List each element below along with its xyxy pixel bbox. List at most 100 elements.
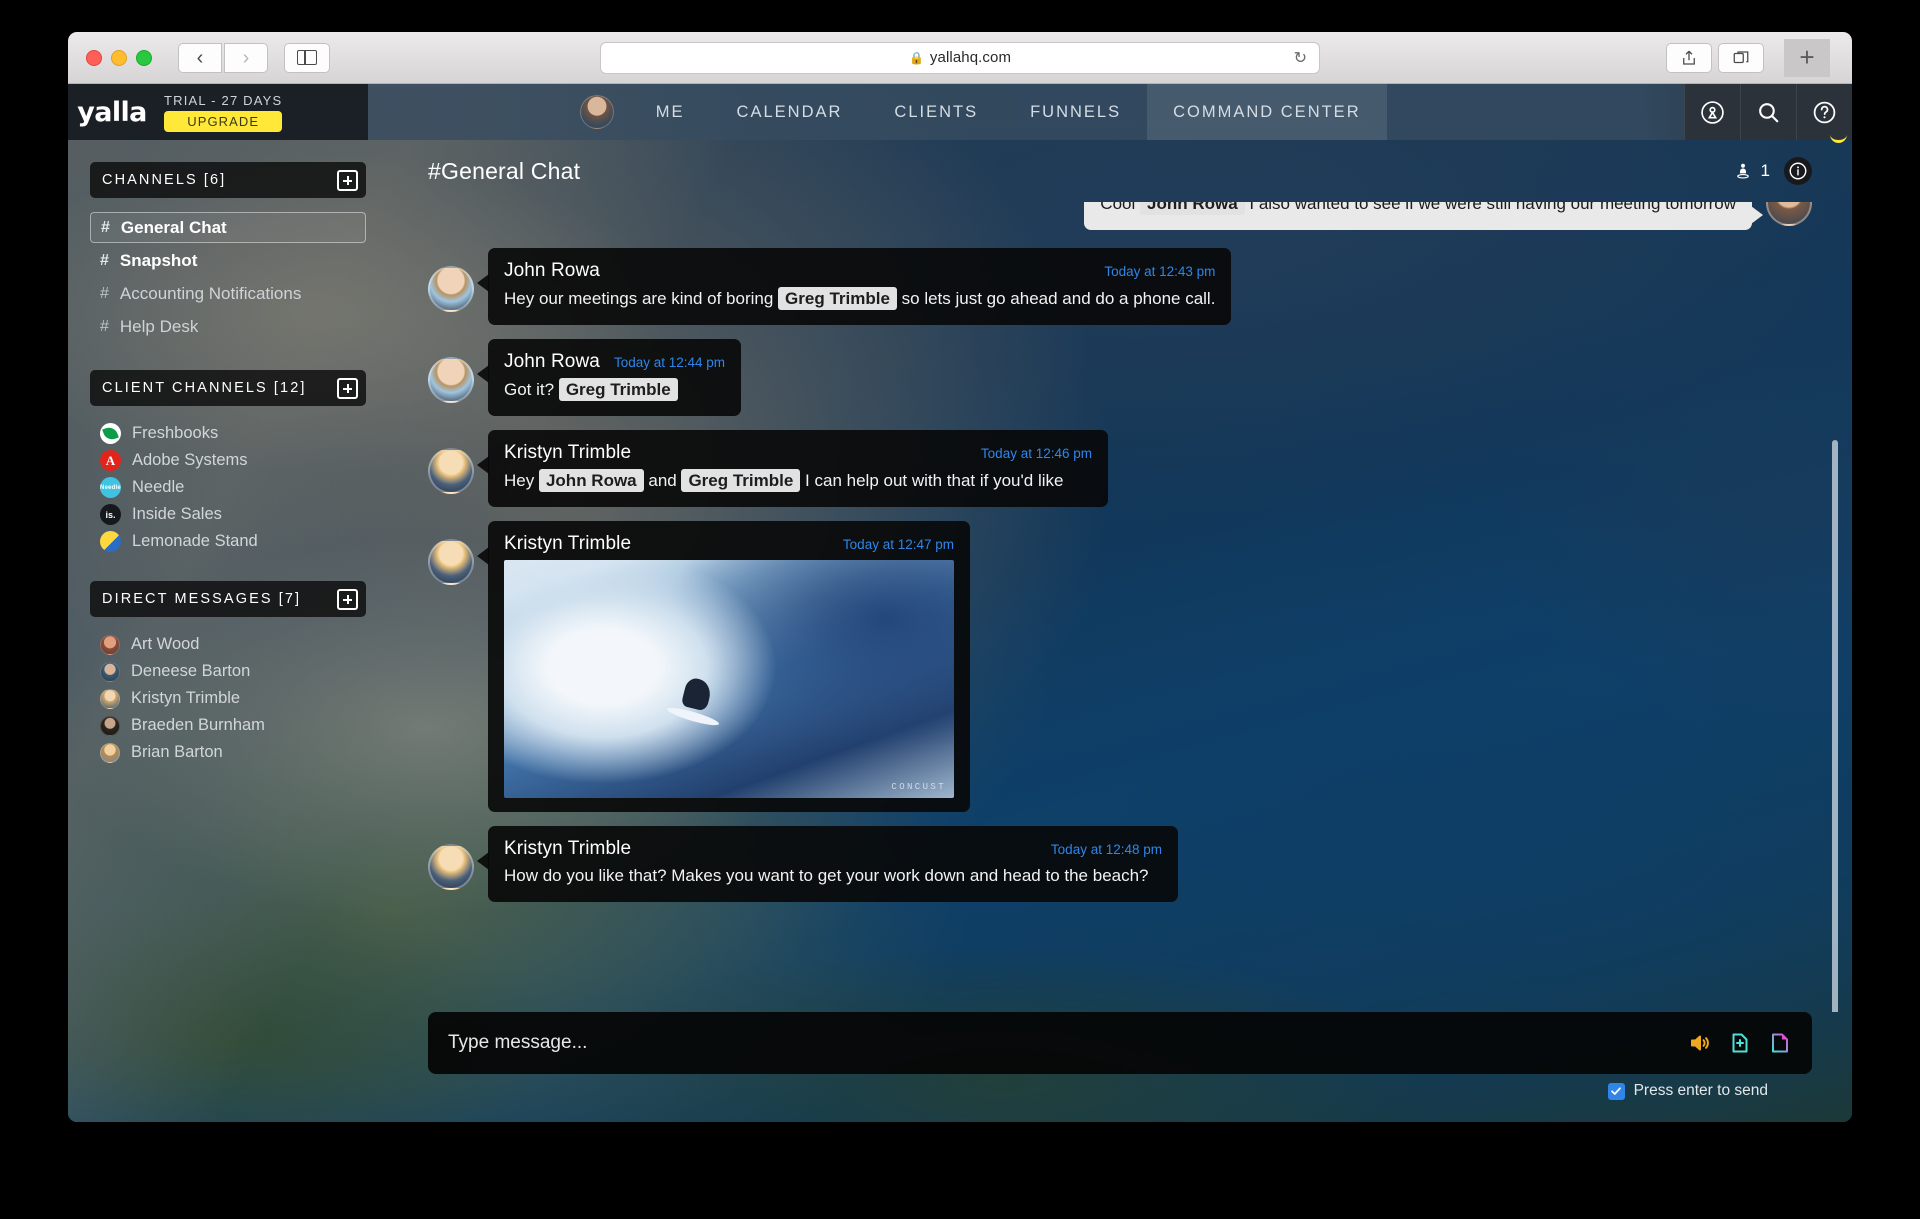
dm-label: Braeden Burnham: [131, 716, 265, 735]
message-text-middle: and: [644, 471, 682, 490]
sidebar-item-art-wood[interactable]: Art Wood: [90, 631, 366, 658]
back-button[interactable]: ‹: [178, 43, 222, 73]
add-direct-message-icon[interactable]: [337, 589, 358, 610]
address-bar[interactable]: 🔒 yallahq.com ↻: [600, 42, 1320, 74]
nav-item-calendar[interactable]: CALENDAR: [711, 84, 869, 140]
message-text: Cool John Rowa I also wanted to see if w…: [1100, 202, 1736, 216]
message-timestamp: Today at 12:44 pm: [614, 355, 725, 370]
browser-window: ‹ › 🔒 yallahq.com ↻ +: [68, 32, 1852, 1122]
add-file-icon[interactable]: [1728, 1031, 1752, 1055]
sidebar-item-kristyn-trimble[interactable]: Kristyn Trimble: [90, 685, 366, 712]
broadcast-icon[interactable]: [1684, 84, 1740, 140]
channel-label: Snapshot: [120, 251, 197, 271]
nav-buttons: ‹ ›: [178, 43, 268, 73]
sidebar-item-snapshot[interactable]: # Snapshot: [90, 245, 366, 276]
message-author: John Rowa: [504, 260, 600, 282]
help-icon[interactable]: [1796, 84, 1852, 140]
sound-icon[interactable]: [1688, 1031, 1712, 1055]
info-icon[interactable]: [1784, 157, 1812, 185]
sidebar-item-general-chat[interactable]: # General Chat: [90, 212, 366, 243]
mention-chip[interactable]: Greg Trimble: [778, 287, 897, 310]
message-scrollbar[interactable]: [1832, 440, 1838, 1012]
inside-sales-logo-icon: is.: [100, 504, 121, 525]
client-channels-title: CLIENT CHANNELS [12]: [102, 380, 307, 396]
client-channels-header: CLIENT CHANNELS [12]: [90, 370, 366, 406]
forward-button[interactable]: ›: [224, 43, 268, 73]
enter-to-send-checkbox[interactable]: [1608, 1083, 1625, 1100]
surfer-shape: [681, 676, 713, 711]
direct-messages-header: DIRECT MESSAGES [7]: [90, 581, 366, 617]
add-channel-icon[interactable]: [337, 170, 358, 191]
dm-label: Deneese Barton: [131, 662, 250, 681]
tab-overview-button[interactable]: [1718, 43, 1764, 73]
new-tab-button[interactable]: +: [1784, 39, 1830, 77]
member-count-value: 1: [1761, 161, 1770, 181]
upgrade-button[interactable]: UPGRADE: [164, 111, 282, 132]
nav-item-funnels[interactable]: FUNNELS: [1004, 84, 1147, 140]
message-list[interactable]: Cool John Rowa I also wanted to see if w…: [388, 202, 1852, 1012]
message-bubble: John Rowa Today at 12:44 pm Got it? Greg…: [488, 339, 741, 416]
sidebar-item-lemonade-stand[interactable]: Lemonade Stand: [90, 528, 366, 555]
document-icon[interactable]: [1768, 1031, 1792, 1055]
avatar: [1766, 202, 1812, 226]
message-row: John Rowa Today at 12:43 pm Hey our meet…: [428, 248, 1812, 325]
close-window-button[interactable]: [86, 50, 102, 66]
sidebar-item-needle[interactable]: Needle Needle: [90, 474, 366, 501]
minimize-window-button[interactable]: [111, 50, 127, 66]
sidebar-item-help-desk[interactable]: # Help Desk: [90, 311, 366, 342]
people-pin-icon: [1734, 161, 1752, 181]
avatar: [428, 844, 474, 890]
channels-header: CHANNELS [6]: [90, 162, 366, 198]
sidebar: CHANNELS [6] # General Chat # Snapshot #…: [68, 140, 388, 1122]
composer: [428, 1012, 1812, 1074]
message-header: Kristyn Trimble Today at 12:46 pm: [504, 442, 1092, 464]
message-text-before: Hey: [504, 471, 539, 490]
message-header: Kristyn Trimble Today at 12:48 pm: [504, 838, 1162, 860]
sidebar-item-accounting-notifications[interactable]: # Accounting Notifications: [90, 278, 366, 309]
message-author: Kristyn Trimble: [504, 442, 631, 464]
search-icon[interactable]: [1740, 84, 1796, 140]
hash-icon: #: [101, 219, 110, 237]
chat-header: #General Chat 1: [388, 140, 1852, 202]
freshbooks-logo-icon: [100, 423, 121, 444]
avatar: [428, 539, 474, 585]
yalla-logo[interactable]: yalla: [68, 84, 156, 140]
sidebar-item-freshbooks[interactable]: Freshbooks: [90, 420, 366, 447]
message-bubble: Kristyn Trimble Today at 12:47 pm CONCUS…: [488, 521, 970, 812]
message-input[interactable]: [448, 1032, 1688, 1054]
message-row: Kristyn Trimble Today at 12:47 pm CONCUS…: [428, 521, 1812, 812]
mention-chip[interactable]: Greg Trimble: [559, 378, 678, 401]
reload-icon[interactable]: ↻: [1294, 48, 1307, 68]
message-bubble: Cool John Rowa I also wanted to see if w…: [1084, 202, 1752, 230]
maximize-window-button[interactable]: [136, 50, 152, 66]
mention-chip[interactable]: John Rowa: [1140, 202, 1245, 215]
message-header: John Rowa Today at 12:43 pm: [504, 260, 1215, 282]
page-title: #General Chat: [428, 158, 580, 185]
message-attachment-image[interactable]: CONCUST: [504, 560, 954, 798]
chat-header-actions: 1: [1734, 157, 1812, 185]
needle-logo-icon: Needle: [100, 477, 121, 498]
add-client-channel-icon[interactable]: [337, 378, 358, 399]
direct-messages-title: DIRECT MESSAGES [7]: [102, 591, 301, 607]
image-watermark: CONCUST: [891, 782, 946, 792]
avatar[interactable]: [580, 95, 614, 129]
nav-item-command-center[interactable]: COMMAND CENTER: [1147, 84, 1387, 140]
nav-item-clients[interactable]: CLIENTS: [868, 84, 1004, 140]
sidebar-item-adobe-systems[interactable]: A Adobe Systems: [90, 447, 366, 474]
channel-label: General Chat: [121, 218, 227, 238]
nav-icon-group: [1684, 84, 1852, 140]
sidebar-item-brian-barton[interactable]: Brian Barton: [90, 739, 366, 766]
mention-chip[interactable]: John Rowa: [539, 469, 644, 492]
sidebar-item-inside-sales[interactable]: is. Inside Sales: [90, 501, 366, 528]
mention-chip[interactable]: Greg Trimble: [681, 469, 800, 492]
nav-item-me[interactable]: ME: [630, 84, 711, 140]
enter-to-send-label: Press enter to send: [1634, 1082, 1768, 1100]
sidebar-item-deneese-barton[interactable]: Deneese Barton: [90, 658, 366, 685]
sidebar-icon: [297, 50, 317, 65]
message-text: Got it? Greg Trimble: [504, 378, 725, 402]
sidebar-item-braeden-burnham[interactable]: Braeden Burnham: [90, 712, 366, 739]
client-label: Needle: [132, 478, 184, 497]
share-button[interactable]: [1666, 43, 1712, 73]
show-sidebar-button[interactable]: [284, 43, 330, 73]
message-text-before: Cool: [1100, 202, 1140, 213]
